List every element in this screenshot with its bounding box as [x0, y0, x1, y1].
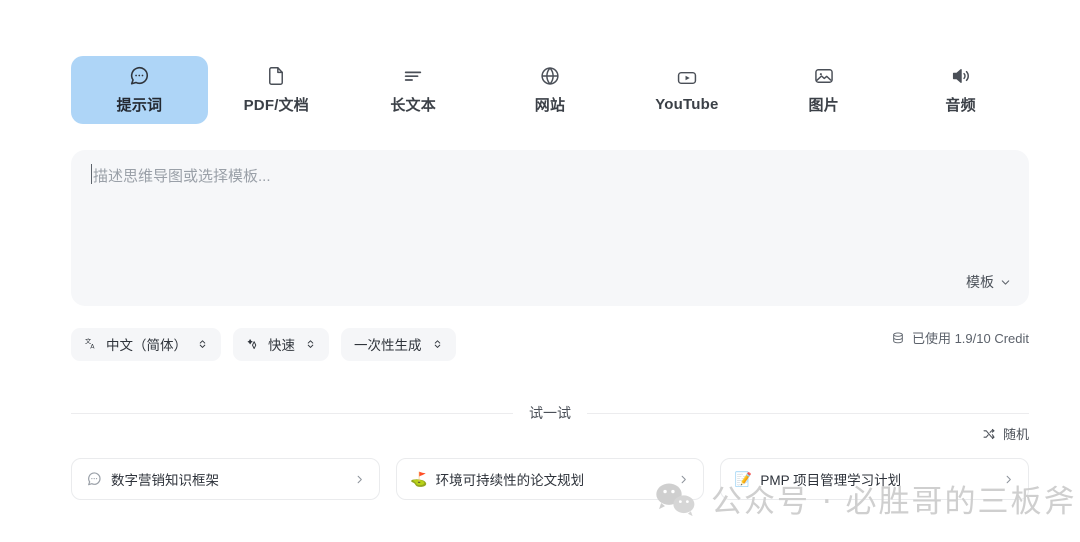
tab-label: 长文本 [390, 97, 436, 114]
suggestion-label: PMP 项目管理学习计划 [760, 473, 902, 488]
template-label: 模板 [966, 274, 994, 290]
up-down-arrows-icon [305, 337, 316, 351]
tab-label: 网站 [534, 97, 566, 114]
shuffle-icon [982, 427, 996, 441]
chevron-right-icon [1003, 474, 1014, 485]
tab-website[interactable]: 网站 [482, 56, 619, 124]
divider-line-right [587, 412, 1029, 414]
suggestion-card-pmp-study-plan[interactable]: 📝 PMP 项目管理学习计划 [720, 458, 1030, 500]
tab-label: 提示词 [116, 97, 163, 114]
suggestion-card-sustainability-thesis[interactable]: ⛳ 环境可持续性的论文规划 [395, 458, 705, 500]
prompt-placeholder: 描述思维导图或选择模板... [93, 168, 271, 185]
memo-emoji-icon: 📝 [734, 471, 753, 487]
tab-label: 图片 [808, 97, 839, 114]
globe-icon [539, 65, 561, 87]
document-icon [265, 65, 287, 87]
sparkle-icon [246, 337, 261, 352]
translate-icon: 文 A [84, 336, 99, 352]
tab-prompt[interactable]: 提示词 [71, 56, 208, 124]
try-it-divider: 试一试 [71, 403, 1029, 423]
tab-youtube[interactable]: YouTube [618, 56, 755, 124]
generation-mode-label: 一次性生成 [354, 338, 422, 353]
suggestion-card-list: 数字营销知识框架 ⛳ 环境可持续性的论文规划 📝 PMP 项目管理学习计划 [71, 458, 1030, 500]
speed-mode-selector[interactable]: 快速 [233, 327, 329, 361]
golf-flag-emoji-icon: ⛳ [409, 471, 428, 487]
chat-bubble-icon [128, 65, 150, 87]
tab-pdf-document[interactable]: PDF/文档 [208, 56, 345, 124]
suggestion-label: 数字营销知识框架 [111, 473, 219, 488]
text-cursor [91, 164, 92, 184]
svg-text:A: A [90, 343, 95, 350]
shuffle-button[interactable]: 随机 [982, 424, 1029, 443]
database-icon [891, 331, 905, 345]
tab-audio[interactable]: 音频 [892, 56, 1029, 124]
chevron-down-icon [1000, 277, 1011, 288]
prompt-textarea[interactable]: 描述思维导图或选择模板... 模板 [71, 150, 1029, 306]
credit-usage: 已使用 1.9/10 Credit [891, 328, 1029, 347]
tab-label: PDF/文档 [243, 97, 309, 114]
chevron-right-icon [678, 474, 689, 485]
suggestion-label: 环境可持续性的论文规划 [435, 473, 585, 488]
video-play-icon [676, 67, 698, 89]
chat-bubble-icon [86, 471, 102, 487]
speed-mode-label: 快速 [268, 338, 295, 353]
text-lines-icon [402, 65, 424, 87]
mindmap-create-panel: 提示词 PDF/文档 长文本 网站 YouTube 图片 音频 描述思维导图或选… [0, 0, 1080, 542]
chevron-right-icon [354, 474, 365, 485]
source-type-tabbar: 提示词 PDF/文档 长文本 网站 YouTube 图片 音频 [71, 56, 1029, 124]
image-icon [813, 65, 835, 87]
speaker-icon [950, 65, 972, 87]
tab-label: 音频 [945, 97, 976, 114]
up-down-arrows-icon [197, 337, 208, 351]
suggestion-card-digital-marketing[interactable]: 数字营销知识框架 [71, 458, 380, 500]
tab-label: YouTube [655, 96, 719, 113]
credit-text: 已使用 1.9/10 Credit [911, 331, 1029, 346]
divider-line-left [71, 412, 513, 414]
language-label: 中文（简体） [106, 338, 187, 353]
tab-image[interactable]: 图片 [755, 56, 892, 124]
generation-mode-selector[interactable]: 一次性生成 [341, 327, 456, 361]
up-down-arrows-icon [432, 337, 443, 351]
try-it-label: 试一试 [529, 405, 571, 421]
shuffle-label: 随机 [1002, 427, 1029, 442]
language-selector[interactable]: 文 A 中文（简体） [71, 327, 221, 361]
generation-options-row: 文 A 中文（简体） 快速 一次性生成 [71, 327, 1029, 361]
template-dropdown-button[interactable]: 模板 [966, 272, 1011, 292]
tab-long-text[interactable]: 长文本 [345, 56, 482, 124]
